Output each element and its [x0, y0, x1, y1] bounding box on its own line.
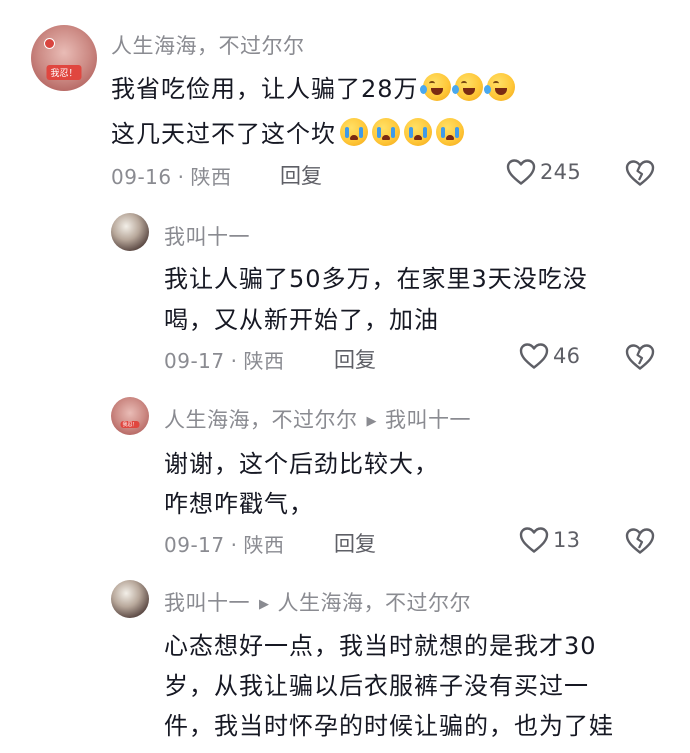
- comment-date: 09-17: [164, 533, 225, 557]
- comment-meta: 09-17 · 陕西: [164, 349, 285, 373]
- reply-to-username[interactable]: 我叫十一: [385, 408, 471, 432]
- comment-username[interactable]: 我叫十一: [164, 221, 250, 251]
- reply-button[interactable]: 回复: [334, 528, 376, 558]
- comment-location: 陕西: [243, 533, 285, 557]
- loudly-crying-face-icon: [404, 118, 432, 146]
- comment-text: 我让人骗了50多万，在家里3天没吃没: [164, 265, 588, 293]
- comment-text: 岁，从我让骗以后衣服裤子没有买过一: [164, 672, 589, 700]
- dislike-button[interactable]: [625, 343, 655, 375]
- like-button[interactable]: 13: [519, 526, 580, 554]
- comment-username[interactable]: 人生海海，不过尔尔: [111, 30, 305, 60]
- comment-text: 我省吃俭用，让人骗了28万: [111, 75, 419, 103]
- like-count: 245: [540, 160, 581, 184]
- comment-date: 09-17: [164, 349, 225, 373]
- loudly-crying-face-icon: [372, 118, 400, 146]
- avatar[interactable]: [111, 580, 149, 618]
- reply-button[interactable]: 回复: [334, 344, 376, 374]
- dislike-button[interactable]: [625, 159, 655, 191]
- loudly-crying-face-icon: [340, 118, 368, 146]
- comment-text: 这几天过不了这个坎: [111, 120, 336, 148]
- triangle-right-icon: ▶: [259, 597, 270, 612]
- comment-meta: 09-16 · 陕西: [111, 165, 232, 189]
- like-count: 13: [553, 528, 581, 552]
- avatar[interactable]: 我忍！: [31, 25, 97, 91]
- heart-outline-icon: [519, 527, 549, 553]
- like-count: 46: [553, 344, 581, 368]
- avatar[interactable]: 我忍！: [111, 397, 149, 435]
- comment-text: 件，我当时怀孕的时候让骗的，也为了娃: [164, 712, 614, 740]
- like-button[interactable]: 245: [506, 158, 581, 186]
- comment-text-line: 我省吃俭用，让人骗了28万: [111, 69, 515, 104]
- avatar-badge-text: 我忍！: [120, 421, 140, 429]
- heart-outline-icon: [519, 343, 549, 369]
- comment-text: 喝，又从新开始了，加油: [164, 306, 439, 334]
- comment-text: 咋想咋戳气，: [164, 490, 314, 518]
- comment-text: 谢谢，这个后劲比较大，: [164, 450, 439, 478]
- comment-text-line: 这几天过不了这个坎: [111, 114, 464, 149]
- triangle-right-icon: ▶: [366, 414, 377, 429]
- face-with-tears-of-joy-icon: [483, 73, 515, 101]
- broken-heart-icon: [625, 528, 655, 554]
- broken-heart-icon: [625, 160, 655, 186]
- comment-username[interactable]: 人生海海，不过尔尔 ▶ 我叫十一: [164, 404, 471, 434]
- comment-text: 心态想好一点，我当时就想的是我才30: [164, 632, 597, 660]
- loudly-crying-face-icon: [436, 118, 464, 146]
- face-with-tears-of-joy-icon: [419, 73, 451, 101]
- comment-username[interactable]: 我叫十一 ▶ 人生海海，不过尔尔: [164, 587, 471, 617]
- face-with-tears-of-joy-icon: [451, 73, 483, 101]
- comment-location: 陕西: [243, 349, 285, 373]
- reply-button[interactable]: 回复: [280, 160, 322, 190]
- comment-username-text: 人生海海，不过尔尔: [164, 408, 358, 432]
- comment-date: 09-16: [111, 165, 172, 189]
- dislike-button[interactable]: [625, 527, 655, 559]
- heart-outline-icon: [506, 159, 536, 185]
- broken-heart-icon: [625, 344, 655, 370]
- avatar[interactable]: [111, 213, 149, 251]
- like-button[interactable]: 46: [519, 342, 580, 370]
- avatar-badge-text: 我忍！: [46, 65, 82, 81]
- comment-location: 陕西: [190, 165, 232, 189]
- avatar-decoration: [44, 38, 55, 49]
- comment-meta: 09-17 · 陕西: [164, 533, 285, 557]
- comment-username-text: 我叫十一: [164, 591, 250, 615]
- reply-to-username[interactable]: 人生海海，不过尔尔: [278, 591, 472, 615]
